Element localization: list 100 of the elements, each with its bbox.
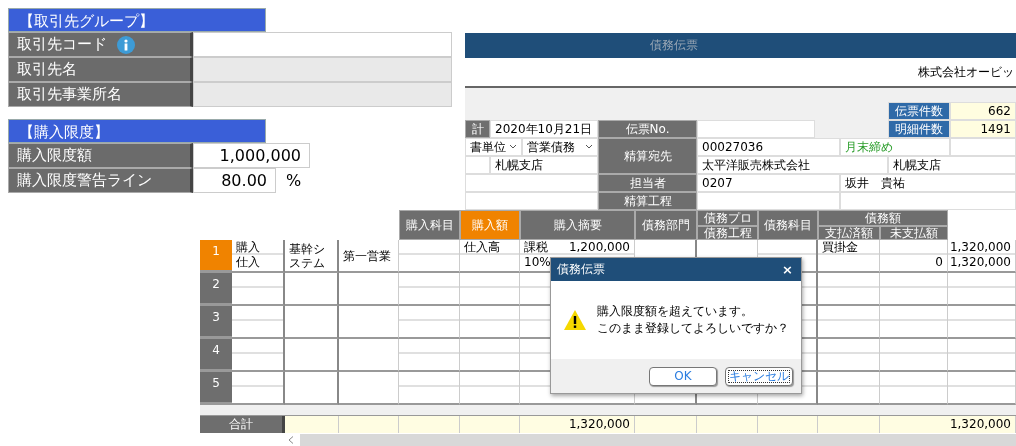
field-label: 取引先名 xyxy=(8,57,193,82)
column-header[interactable]: 債務工程 xyxy=(697,226,758,240)
field-label: 精算宛先 xyxy=(598,138,697,174)
field-label: 担当者 xyxy=(598,174,697,192)
cell-text: 10% xyxy=(524,255,551,270)
date-field[interactable]: 2020年10月21日 xyxy=(490,120,598,138)
window-title: 債務伝票 xyxy=(465,33,1016,58)
column-header[interactable]: 購入摘要 xyxy=(520,210,635,240)
field-value: 0207 xyxy=(697,174,840,192)
row-number[interactable]: 3 xyxy=(200,306,232,339)
table-cell xyxy=(399,306,460,339)
table-cell xyxy=(948,372,1016,405)
total-cell xyxy=(818,416,880,433)
field-value: 坂井 貴祐 xyxy=(840,174,1016,192)
field-value: 札幌支店 xyxy=(888,156,1016,174)
column-header[interactable]: 未支払額 xyxy=(880,226,948,240)
field-value: 太平洋販売株式会社 xyxy=(697,156,888,174)
field-value: 00027036 xyxy=(697,138,840,156)
total-cell xyxy=(758,416,818,433)
table-cell xyxy=(399,273,460,306)
row-number[interactable]: 1 xyxy=(200,240,232,273)
field-label: 計 xyxy=(465,120,490,138)
total-cell xyxy=(635,416,697,433)
field-label: 精算工程 xyxy=(598,192,697,210)
info-icon xyxy=(117,35,135,54)
table-cell xyxy=(880,339,948,372)
table-cell xyxy=(880,306,948,339)
input-field[interactable]: 80.00 xyxy=(193,168,276,193)
count-label: 明細件数 xyxy=(888,120,950,138)
dialog-button[interactable]: OK xyxy=(649,366,717,386)
total-cell xyxy=(697,416,758,433)
count-value: 662 xyxy=(950,102,1016,120)
total-cell xyxy=(285,416,339,433)
section-title: 【取引先グループ】 xyxy=(8,8,266,32)
total-label: 合計 xyxy=(200,416,285,433)
table-cell xyxy=(339,339,399,372)
table-cell xyxy=(232,372,285,405)
table-cell xyxy=(880,372,948,405)
table-cell xyxy=(232,306,285,339)
table-cell xyxy=(339,306,399,339)
column-header[interactable]: 購入額 xyxy=(460,210,520,240)
row-number[interactable]: 5 xyxy=(200,372,232,405)
cell-text: 購入 xyxy=(236,240,260,253)
scroll-left-icon[interactable] xyxy=(288,435,294,444)
input-field[interactable] xyxy=(193,32,452,57)
dialog-button[interactable]: キャンセル xyxy=(725,366,793,386)
cell-text: 仕入高 xyxy=(464,240,500,253)
table-cell xyxy=(818,339,880,372)
row-number[interactable]: 2 xyxy=(200,273,232,306)
form-cell xyxy=(950,138,1016,156)
form-cell xyxy=(465,156,490,174)
field-label: 購入限度額 xyxy=(8,143,193,168)
unit-label: % xyxy=(286,171,302,190)
column-header[interactable]: 債務科目 xyxy=(758,210,818,240)
input-field[interactable] xyxy=(697,120,815,138)
table-cell xyxy=(285,306,339,339)
table-cell xyxy=(232,339,285,372)
caret-icon xyxy=(585,144,593,150)
column-header[interactable]: 購入科目 xyxy=(399,210,460,240)
total-value: 1,320,000 xyxy=(520,416,635,433)
table-cell xyxy=(460,306,520,339)
field-value: 札幌支店 xyxy=(490,156,598,174)
type-select[interactable]: 営業債務 xyxy=(522,138,598,156)
cell-text: 買掛金 xyxy=(822,240,858,253)
cell-text: 第一営業 xyxy=(342,247,392,265)
cell-text: 0 xyxy=(935,255,943,270)
column-header[interactable]: 支払済額 xyxy=(818,226,880,240)
table-cell xyxy=(399,339,460,372)
cell-text: 1,320,000 xyxy=(949,255,1011,270)
table-cell xyxy=(399,372,460,405)
table-cell xyxy=(818,372,880,405)
column-header[interactable]: 債務プロ xyxy=(697,210,758,226)
table-cell xyxy=(460,339,520,372)
dialog-message: このまま登録してよろしいですか？ xyxy=(597,320,789,337)
dialog-title: 債務伝票 xyxy=(557,261,605,278)
table-cell xyxy=(948,306,1016,339)
column-header[interactable]: 債務部門 xyxy=(635,210,697,240)
count-value: 1491 xyxy=(950,120,1016,138)
warning-icon xyxy=(563,309,587,331)
input-field[interactable]: 1,000,000 xyxy=(193,143,310,168)
unit-select[interactable]: 書単位 xyxy=(465,138,522,156)
cell-text: 基幹システム xyxy=(288,241,326,272)
table-cell xyxy=(460,372,520,405)
row-number[interactable]: 4 xyxy=(200,339,232,372)
total-value: 1,320,000 xyxy=(880,416,1016,433)
close-button[interactable]: × xyxy=(782,262,793,277)
total-cell xyxy=(339,416,399,433)
column-header[interactable]: 債務額 xyxy=(818,210,948,226)
field-label: 取引先事業所名 xyxy=(8,82,193,107)
field-label: 伝票No. xyxy=(598,120,697,138)
cell-text: 仕入 xyxy=(236,255,260,270)
company-name: 株式会社オービッ xyxy=(918,63,1014,81)
table-cell xyxy=(818,306,880,339)
cell-text: 1,200,000 xyxy=(568,240,630,253)
total-cell xyxy=(460,416,520,433)
field-value: 月末締め xyxy=(840,138,950,156)
caret-icon xyxy=(509,144,517,150)
horizontal-scrollbar[interactable] xyxy=(300,433,1016,446)
field-label: 購入限度警告ライン xyxy=(8,168,193,193)
total-cell xyxy=(399,416,460,433)
